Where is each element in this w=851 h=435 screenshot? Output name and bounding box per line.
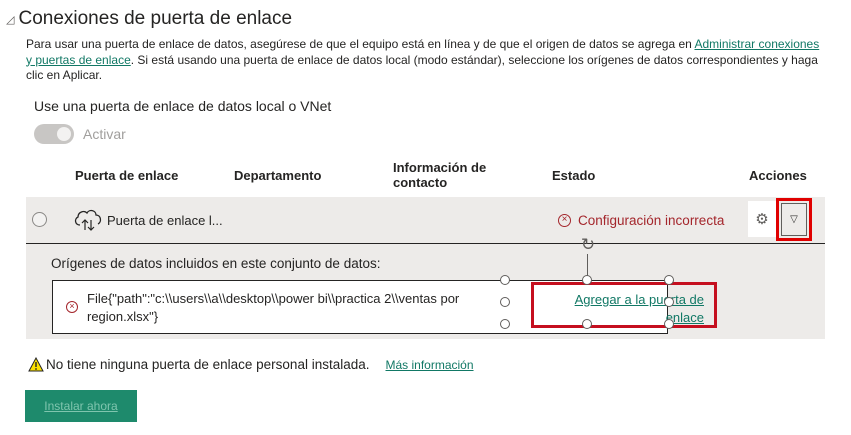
resize-handle[interactable] <box>582 275 592 285</box>
section-title: Conexiones de puerta de enlace <box>18 8 293 29</box>
gateway-row[interactable]: Puerta de enlace l... × Configuración in… <box>26 197 825 243</box>
status-error: × Configuración incorrecta <box>558 213 724 228</box>
toggle-knob <box>57 127 71 141</box>
expand-dropdown-button[interactable]: ▽ <box>776 198 812 241</box>
vnet-label: Use una puerta de enlace de datos local … <box>34 98 332 114</box>
gateway-name: Puerta de enlace l... <box>107 213 223 228</box>
cloud-gateway-icon <box>74 209 102 231</box>
rotate-handle-icon[interactable]: ↻ <box>579 236 597 254</box>
detail-panel: Orígenes de datos incluidos en este conj… <box>26 243 825 339</box>
status-text: Configuración incorrecta <box>578 213 725 228</box>
resize-handle[interactable] <box>664 275 674 285</box>
resize-handle[interactable] <box>582 319 592 329</box>
vnet-toggle-row: Activar <box>34 124 126 144</box>
header-department: Departamento <box>234 168 322 183</box>
header-status: Estado <box>552 168 596 183</box>
resize-handle[interactable] <box>500 275 510 285</box>
warning-text: No tiene ninguna puerta de enlace person… <box>46 357 370 372</box>
collapse-triangle-icon[interactable]: ◿ <box>6 13 14 26</box>
detail-title: Orígenes de datos incluidos en este conj… <box>51 256 381 271</box>
error-circle-icon: × <box>66 301 78 313</box>
table-header: Puerta de enlace Departamento Informació… <box>0 158 851 194</box>
warning-row: No tiene ninguna puerta de enlace person… <box>28 357 474 372</box>
resize-handle[interactable] <box>500 319 510 329</box>
resize-handle[interactable] <box>664 319 674 329</box>
gear-settings-button[interactable]: ⚙ <box>748 201 776 237</box>
vnet-toggle[interactable] <box>34 124 74 144</box>
data-source-box: × File{"path":"c:\\users\\a\\desktop\\po… <box>52 280 717 334</box>
resize-handle[interactable] <box>664 297 674 307</box>
install-now-button[interactable]: Instalar ahora <box>25 390 137 422</box>
warning-icon <box>28 357 44 372</box>
description: Para usar una puerta de enlace de datos,… <box>26 37 826 84</box>
data-source-path: File{"path":"c:\\users\\a\\desktop\\powe… <box>87 291 460 324</box>
resize-handle[interactable] <box>500 297 510 307</box>
more-info-link[interactable]: Más información <box>386 358 474 372</box>
toggle-label: Activar <box>83 126 126 142</box>
gateway-radio[interactable] <box>32 212 47 227</box>
description-text-1: Para usar una puerta de enlace de datos,… <box>26 37 695 51</box>
section-header[interactable]: ◿ Conexiones de puerta de enlace <box>6 8 292 30</box>
header-actions: Acciones <box>749 168 807 183</box>
chevron-down-icon: ▽ <box>781 203 807 236</box>
add-to-gateway-link[interactable]: Agregar a la puerta de enlace <box>539 291 704 327</box>
gear-icon: ⚙ <box>755 211 769 228</box>
header-contact: Información de contacto <box>393 160 487 190</box>
add-to-gateway-selection[interactable]: Agregar a la puerta de enlace <box>531 282 717 328</box>
error-circle-icon: × <box>558 214 571 227</box>
description-text-2: . Si está usando una puerta de enlace de… <box>26 52 818 83</box>
header-gateway: Puerta de enlace <box>75 168 179 183</box>
